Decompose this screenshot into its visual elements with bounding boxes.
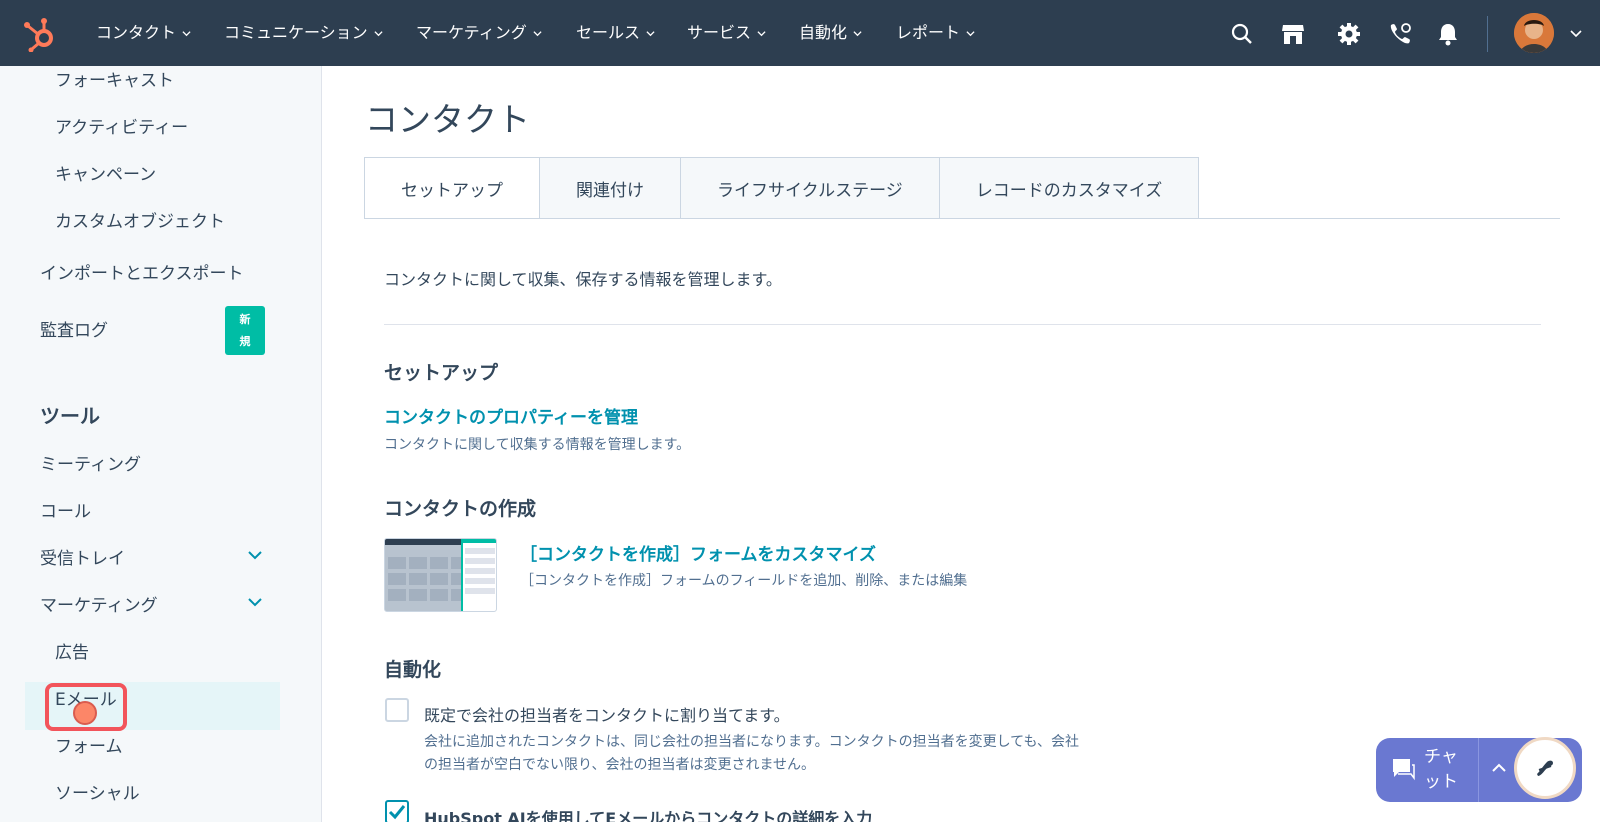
user-avatar[interactable]	[1514, 13, 1554, 53]
topbar-divider	[1487, 16, 1488, 52]
checkmark-icon	[388, 805, 406, 820]
sidebar-item-label: フォーキャスト	[55, 71, 174, 91]
manage-properties-subtext: コンタクトに関して収集する情報を管理します。	[384, 437, 691, 453]
tab-associations[interactable]: 関連付け	[540, 157, 681, 219]
page-description: コンタクトに関して収集、保存する情報を管理します。	[384, 270, 782, 289]
nav-sales[interactable]: セールス	[576, 20, 655, 46]
assistant-logo-icon	[1537, 760, 1553, 776]
chevron-down-icon[interactable]	[248, 598, 262, 607]
chevron-down-icon	[533, 30, 542, 36]
chevron-down-icon	[757, 30, 766, 36]
calling-icon[interactable]	[1386, 20, 1414, 48]
customize-create-form-subtext: ［コンタクトを作成］フォームのフィールドを追加、削除、または編集	[520, 573, 968, 589]
new-badge-char: 規	[239, 334, 251, 348]
tab-lifecycle-stage[interactable]: ライフサイクルステージ	[681, 157, 940, 219]
settings-icon[interactable]	[1335, 20, 1363, 48]
chat-assistant-avatar[interactable]	[1514, 737, 1576, 799]
top-navigation-bar: コンタクト コミュニケーション マーケティング セールス サービス 自動化 レポ…	[0, 0, 1600, 66]
search-icon[interactable]	[1228, 20, 1256, 48]
sidebar-item-label: マーケティング	[40, 596, 158, 616]
nav-sales-label: セールス	[576, 23, 641, 42]
assign-company-owner-checkbox[interactable]	[385, 698, 409, 722]
new-badge-char: 新	[239, 312, 251, 326]
sidebar-item-forms[interactable]: フォーム	[0, 732, 321, 757]
marketplace-icon[interactable]	[1279, 20, 1307, 48]
sidebar-item-label: アクティビティー	[55, 118, 189, 138]
chevron-down-icon	[966, 30, 975, 36]
sidebar-item-activities[interactable]: アクティビティー	[0, 113, 321, 138]
sidebar-item-marketing[interactable]: マーケティング	[0, 591, 321, 616]
nav-automation-label: 自動化	[799, 23, 848, 42]
sidebar-item-forecast[interactable]: フォーキャスト	[0, 66, 321, 91]
tabs-underline	[364, 218, 1560, 219]
sidebar-item-audit-log[interactable]: 監査ログ	[0, 316, 321, 341]
chat-divider	[1478, 738, 1479, 802]
notifications-icon[interactable]	[1434, 20, 1462, 48]
setup-heading: セットアップ	[384, 362, 499, 384]
tab-setup[interactable]: セットアップ	[364, 157, 540, 219]
chevron-down-icon	[374, 30, 383, 36]
create-contact-heading: コンタクトの作成	[384, 498, 537, 520]
sidebar-item-label: カスタムオブジェクト	[55, 212, 225, 232]
assign-company-owner-label: 既定で会社の担当者をコンタクトに割り当てます。	[424, 706, 790, 725]
sidebar-item-label: 監査ログ	[40, 321, 108, 341]
sidebar-item-label: ソーシャル	[55, 784, 140, 804]
sidebar-item-label: コール	[40, 502, 91, 522]
sidebar-item-import-export[interactable]: インポートとエクスポート	[0, 259, 321, 284]
nav-communication[interactable]: コミュニケーション	[224, 20, 383, 46]
sidebar-item-calling[interactable]: コール	[0, 497, 321, 522]
hubspot-logo-icon[interactable]	[22, 16, 58, 53]
nav-marketing-label: マーケティング	[416, 23, 527, 42]
manage-properties-link[interactable]: コンタクトのプロパティーを管理	[384, 403, 638, 428]
form-preview-thumbnail[interactable]	[384, 538, 497, 612]
nav-communication-label: コミュニケーション	[224, 23, 368, 42]
settings-sidebar: フォーキャスト アクティビティー キャンペーン カスタムオブジェクト インポート…	[0, 66, 322, 822]
new-badge: 新 規	[225, 306, 265, 355]
nav-reports[interactable]: レポート	[896, 20, 975, 46]
click-indicator	[73, 701, 97, 725]
nav-contacts[interactable]: コンタクト	[96, 20, 191, 46]
sidebar-item-social[interactable]: ソーシャル	[0, 779, 321, 804]
chevron-down-icon[interactable]	[1570, 30, 1582, 38]
chevron-up-icon[interactable]	[1492, 762, 1506, 772]
sidebar-item-label: 広告	[55, 643, 89, 663]
automation-heading: 自動化	[384, 659, 442, 681]
nav-reports-label: レポート	[896, 23, 961, 42]
sidebar-item-label: キャンペーン	[55, 165, 157, 185]
sidebar-item-meetings[interactable]: ミーティング	[0, 450, 321, 475]
nav-service-label: サービス	[687, 23, 752, 42]
nav-service[interactable]: サービス	[687, 20, 766, 46]
chevron-down-icon[interactable]	[248, 551, 262, 560]
assign-company-owner-help-line2: の担当者が空白でない限り、会社の担当者は変更されません。	[424, 757, 816, 773]
chevron-down-icon	[182, 30, 191, 36]
chevron-down-icon	[853, 30, 862, 36]
divider	[384, 324, 1541, 325]
ai-enrich-contact-checkbox[interactable]	[385, 800, 409, 822]
assign-company-owner-help-line1: 会社に追加されたコンタクトは、同じ会社の担当者になります。コンタクトの担当者を変…	[424, 734, 1080, 750]
page-title: コンタクト	[365, 100, 530, 139]
sidebar-item-label: ミーティング	[40, 455, 141, 475]
sidebar-item-custom-objects[interactable]: カスタムオブジェクト	[0, 207, 321, 232]
chat-bubble-icon	[1393, 759, 1415, 781]
customize-create-form-link[interactable]: ［コンタクトを作成］フォームをカスタマイズ	[520, 540, 876, 565]
sidebar-item-inbox[interactable]: 受信トレイ	[0, 544, 321, 569]
ai-enrich-contact-label: HubSpot AIを使用してEメールからコンタクトの詳細を入力	[424, 809, 873, 822]
tools-heading: ツール	[40, 404, 100, 428]
sidebar-item-label: インポートとエクスポート	[40, 264, 244, 284]
nav-marketing[interactable]: マーケティング	[416, 20, 542, 46]
sidebar-item-label: 受信トレイ	[40, 549, 125, 569]
sidebar-item-label: フォーム	[55, 737, 123, 757]
chat-label: チャット	[1424, 747, 1458, 792]
tab-record-customization[interactable]: レコードのカスタマイズ	[939, 157, 1200, 219]
tab-bar: セットアップ 関連付け ライフサイクルステージ レコードのカスタマイズ	[364, 157, 1200, 219]
chevron-down-icon	[646, 30, 655, 36]
nav-automation[interactable]: 自動化	[799, 20, 862, 46]
sidebar-item-campaigns[interactable]: キャンペーン	[0, 160, 321, 185]
nav-contacts-label: コンタクト	[96, 23, 177, 42]
sidebar-item-ads[interactable]: 広告	[0, 638, 321, 663]
